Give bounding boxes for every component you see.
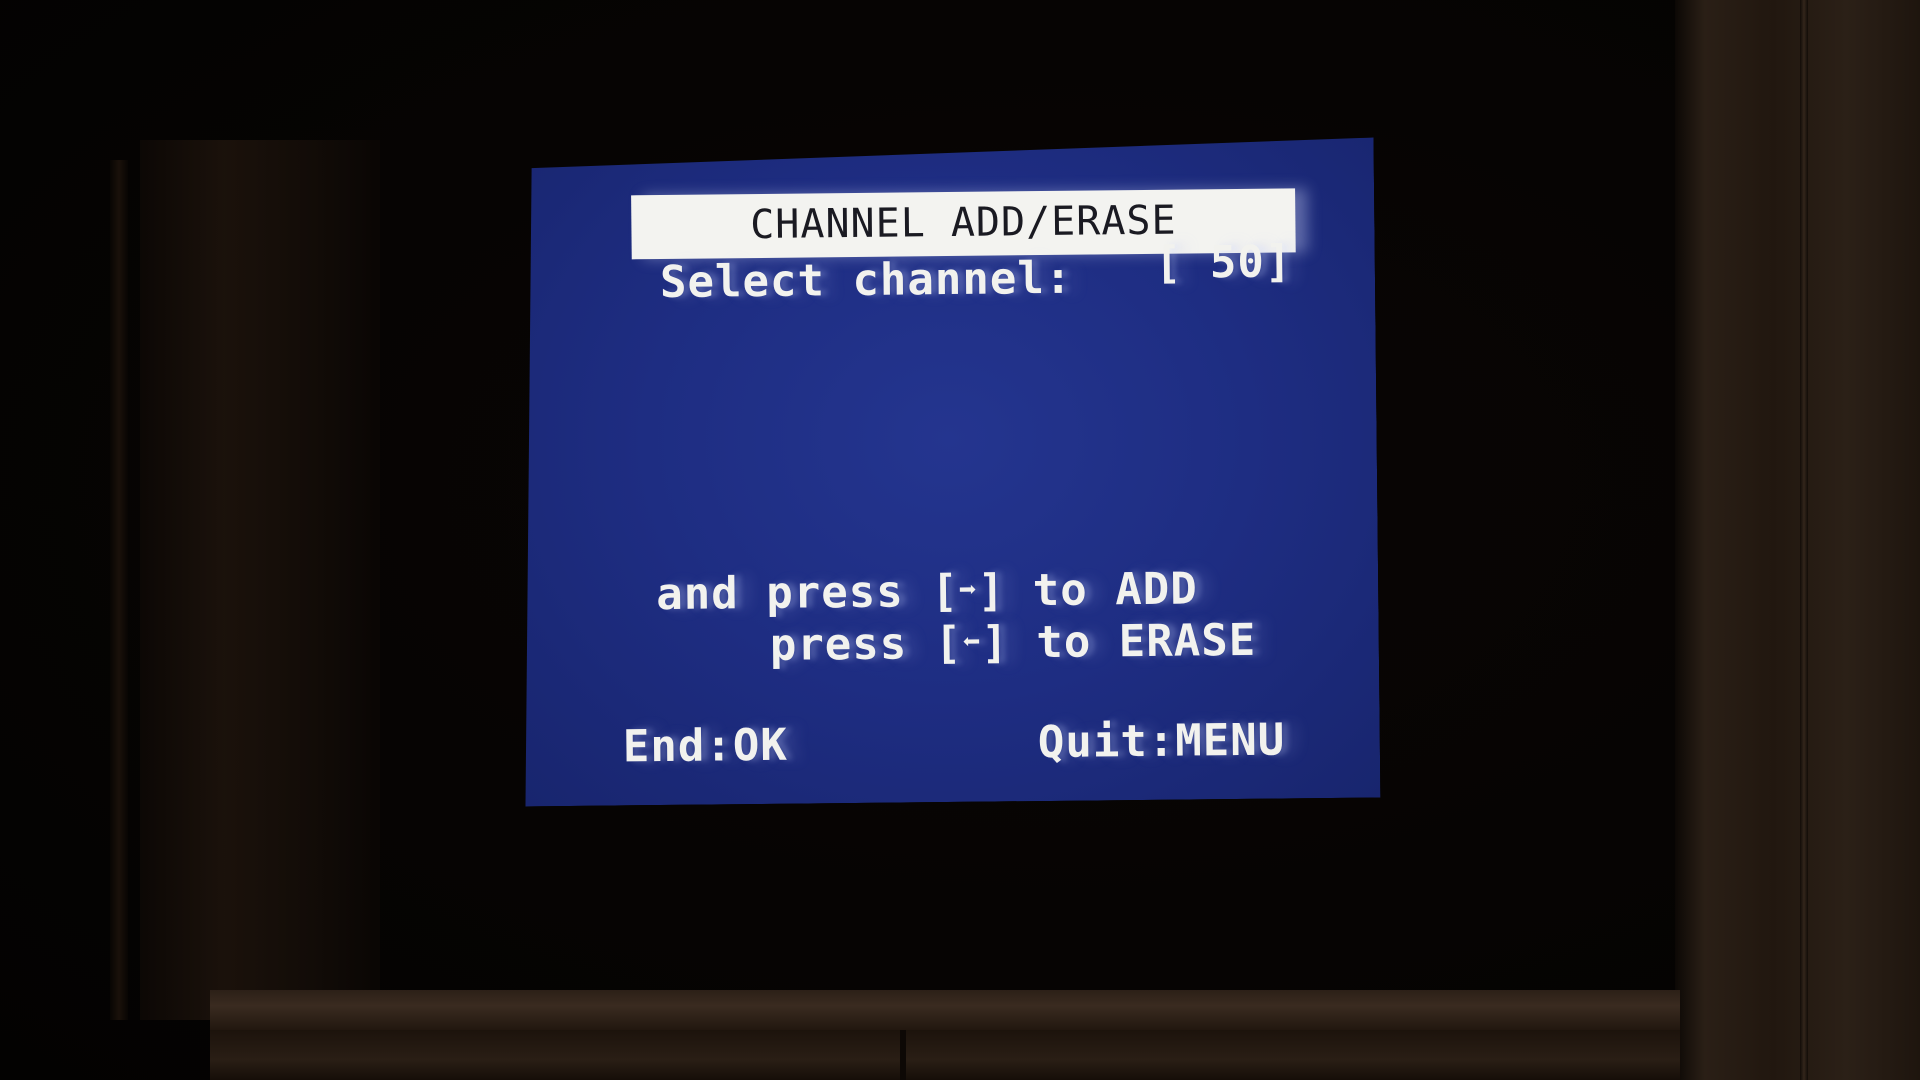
cabinet-right-panel <box>1675 0 1920 1080</box>
add-prefix: and press <box>656 566 904 621</box>
quit-menu-hint[interactable]: Quit:MENU <box>1038 715 1286 769</box>
bracket-close: ] <box>981 617 1010 669</box>
add-suffix: to ADD <box>1032 563 1198 617</box>
erase-instruction: press [⬅] to ERASE <box>770 615 1257 671</box>
cabinet-shelf <box>210 990 1680 1030</box>
bracket-open: [ <box>930 565 959 618</box>
left-arrow-icon[interactable]: ⬅ <box>962 624 981 659</box>
select-channel-label: Select channel: <box>659 252 1073 309</box>
scene: CHANNEL ADD/ERASE Select channel: [ 50] … <box>0 0 1920 1080</box>
add-instruction: and press [➡] to ADD <box>656 563 1198 620</box>
cabinet-shelf-lower <box>210 1030 1680 1080</box>
cabinet-left-edge <box>110 160 128 1020</box>
erase-suffix: to ERASE <box>1036 614 1257 669</box>
bracket-close: ] <box>977 565 1006 617</box>
erase-prefix: press <box>769 618 908 671</box>
cabinet-shelf-seam <box>900 1030 906 1080</box>
cabinet-right-groove <box>1800 0 1808 1080</box>
channel-number-field[interactable]: [ 50] <box>1155 236 1293 288</box>
tv-screen: CHANNEL ADD/ERASE Select channel: [ 50] … <box>519 138 1381 807</box>
right-arrow-icon[interactable]: ➡ <box>958 572 977 607</box>
bracket-open: [ <box>934 617 963 670</box>
end-ok-hint[interactable]: End:OK <box>623 720 788 773</box>
cabinet-left-panel <box>140 140 380 1020</box>
